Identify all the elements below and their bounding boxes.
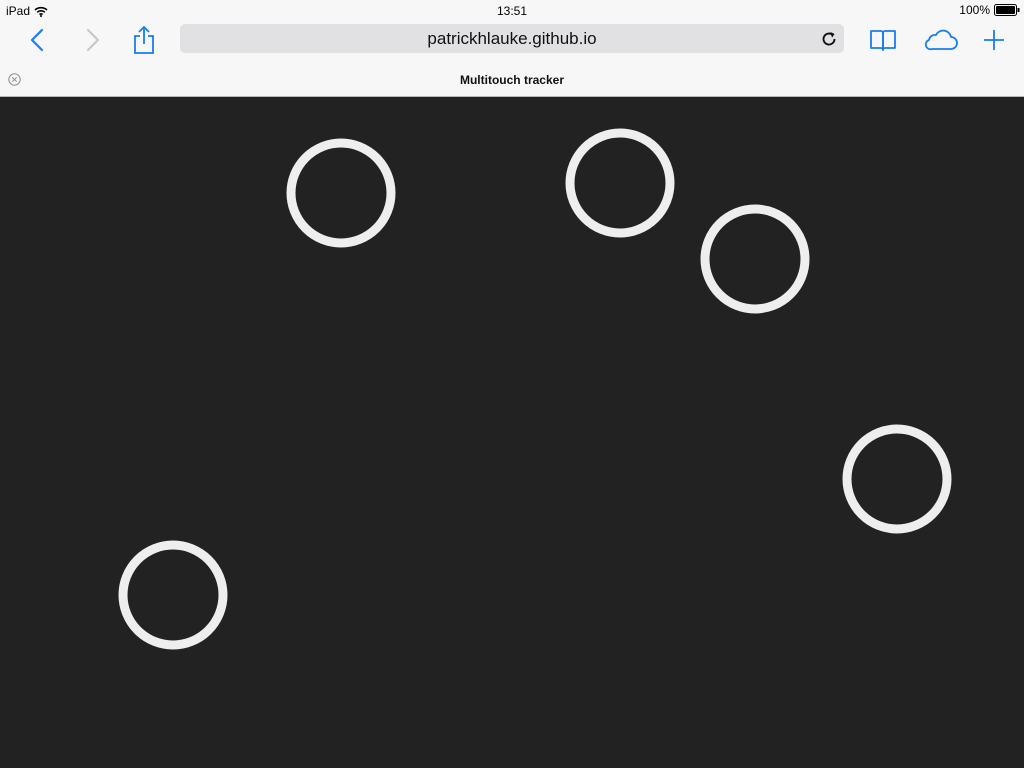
back-button[interactable] bbox=[24, 22, 50, 58]
touch-point-3 bbox=[700, 204, 810, 314]
touch-point-5 bbox=[118, 540, 228, 650]
reload-button[interactable] bbox=[819, 29, 839, 49]
touch-canvas[interactable] bbox=[0, 97, 1024, 768]
chevron-right-icon bbox=[86, 28, 100, 52]
address-bar[interactable]: patrickhlauke.github.io bbox=[180, 24, 844, 53]
icloud-tabs-button[interactable] bbox=[922, 22, 960, 58]
reload-icon bbox=[822, 32, 836, 46]
touch-layer bbox=[118, 128, 952, 650]
browser-toolbar: patrickhlauke.github.io bbox=[0, 20, 1024, 60]
url-text: patrickhlauke.github.io bbox=[427, 29, 597, 48]
tab-bar: Multitouch tracker bbox=[0, 63, 1024, 96]
book-icon bbox=[870, 30, 896, 51]
browser-chrome: iPad 13:51 100% patrickhlauke.github.io … bbox=[0, 0, 1024, 97]
touch-point-2 bbox=[565, 128, 675, 238]
bookmarks-button[interactable] bbox=[868, 22, 898, 58]
chevron-left-icon bbox=[30, 28, 44, 52]
new-tab-button[interactable] bbox=[980, 22, 1008, 58]
cloud-icon bbox=[924, 29, 958, 51]
battery-status: 100% bbox=[959, 3, 1020, 17]
tab-title: Multitouch tracker bbox=[459, 73, 564, 87]
status-time: 13:51 bbox=[496, 4, 528, 18]
battery-icon bbox=[994, 4, 1020, 16]
share-button[interactable] bbox=[130, 22, 158, 58]
forward-button[interactable] bbox=[80, 22, 106, 58]
plus-icon bbox=[984, 30, 1004, 50]
touch-point-1 bbox=[286, 138, 396, 248]
battery-percent: 100% bbox=[959, 3, 990, 17]
share-icon bbox=[134, 25, 154, 54]
status-bar: iPad 13:51 100% bbox=[0, 0, 1024, 20]
touch-point-4 bbox=[842, 424, 952, 534]
